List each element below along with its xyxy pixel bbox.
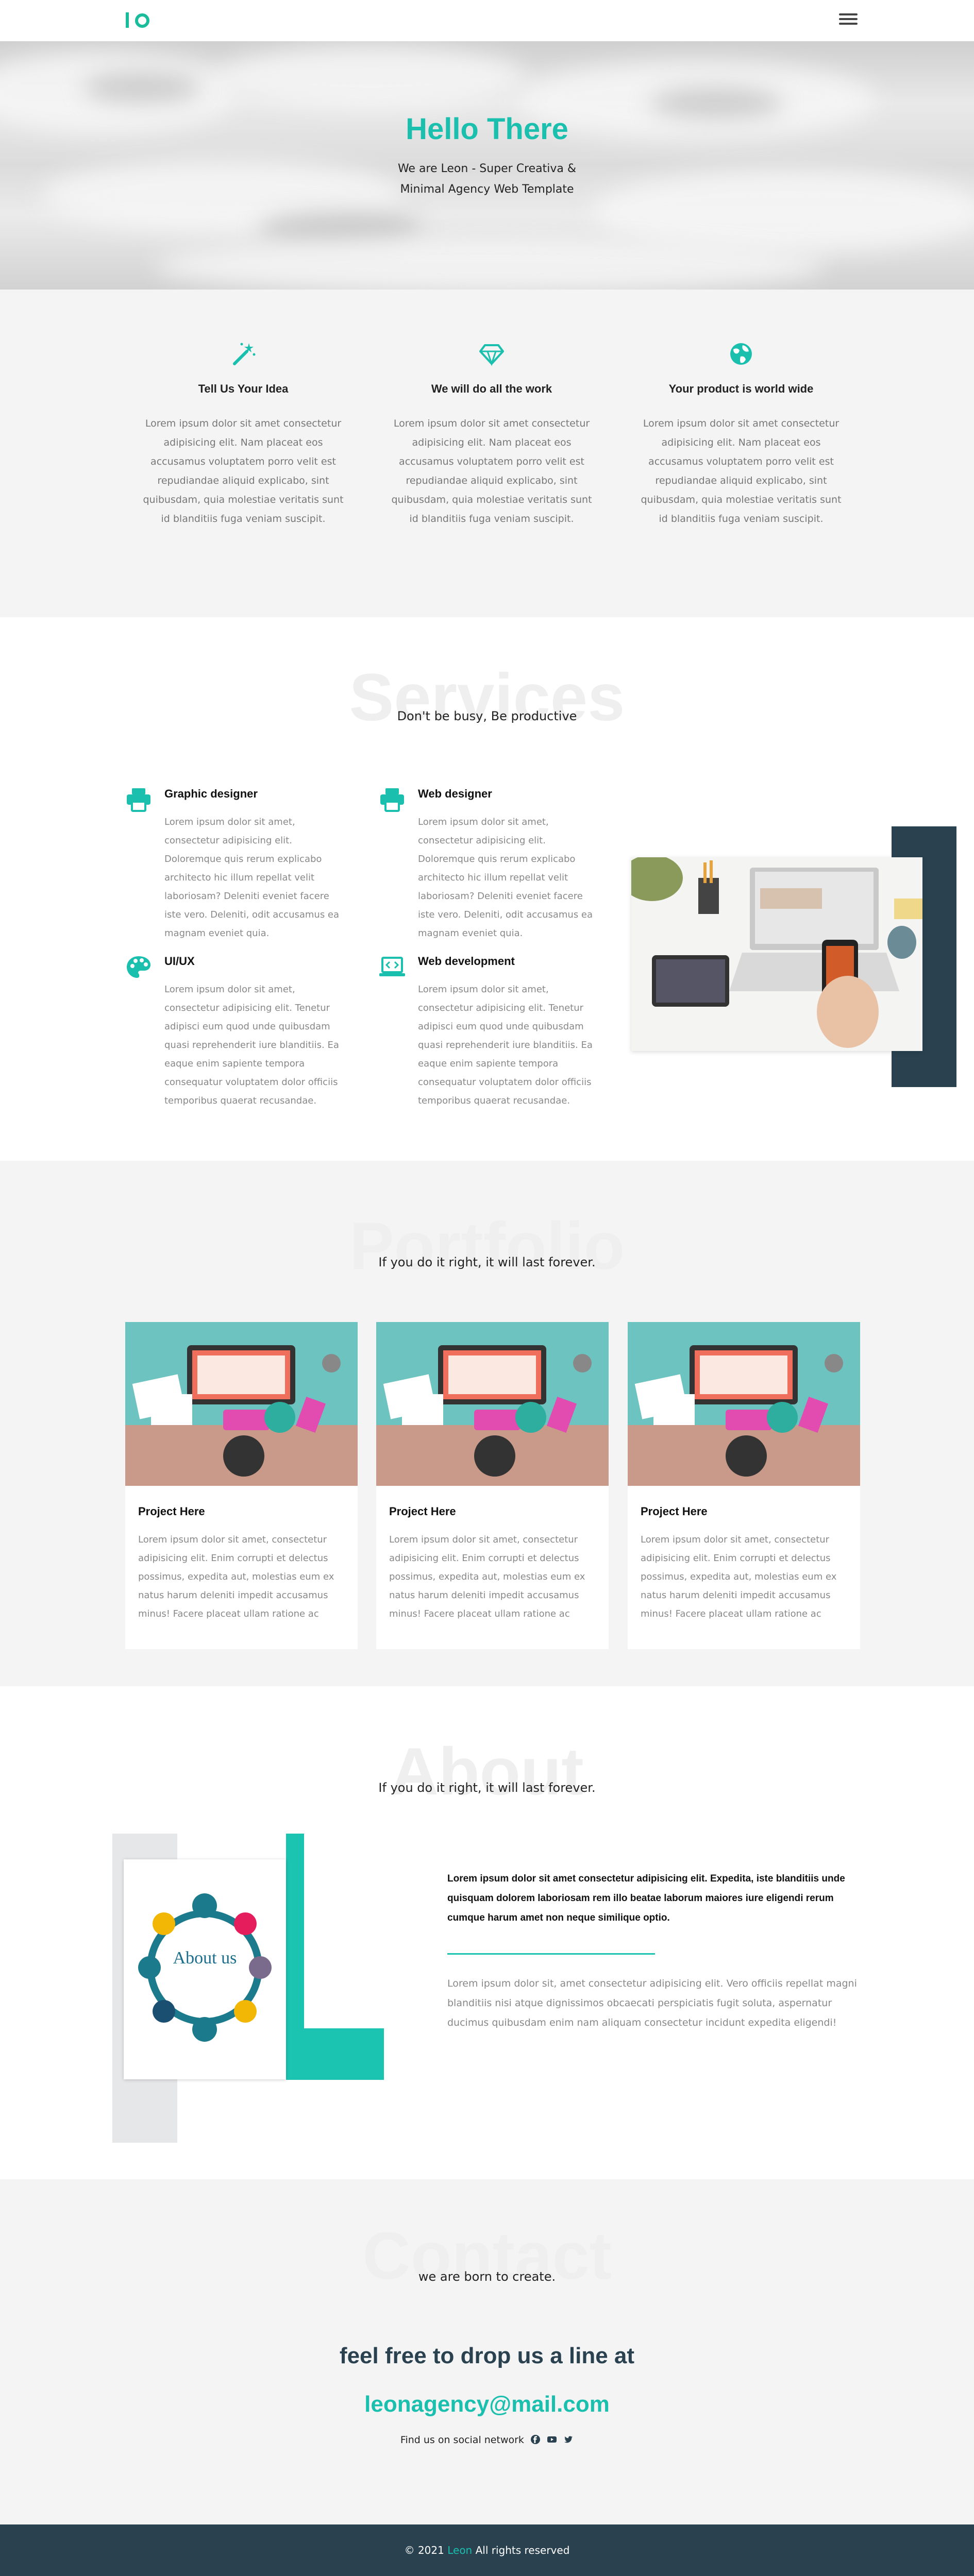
portfolio-section: Portfolio If you do it right, it will la… — [0, 1161, 974, 1686]
feature-text: Lorem ipsum dolor sit amet consectetur a… — [391, 418, 592, 524]
portfolio-image — [125, 1322, 358, 1486]
features-section: Tell Us Your Idea Lorem ipsum dolor sit … — [0, 290, 974, 617]
service-title: Graphic designer — [164, 787, 258, 800]
service-title: UI/UX — [164, 955, 195, 968]
about-lead: Lorem ipsum dolor sit amet consectetur a… — [447, 1873, 845, 1923]
about-text: Lorem ipsum dolor sit, amet consectetur … — [447, 1978, 857, 2028]
services-section: Services Don't be busy, Be productive Gr… — [0, 617, 974, 1161]
social-row: Find us on social network — [0, 2434, 974, 2446]
service-text: Lorem ipsum dolor sit amet, consectetur … — [164, 984, 339, 1106]
magic-wand-icon — [233, 343, 256, 365]
feature-text: Lorem ipsum dolor sit amet consectetur a… — [641, 418, 842, 524]
project-title: Project Here — [389, 1505, 456, 1518]
about-image-text: About us — [173, 1948, 237, 1968]
facebook-icon[interactable] — [530, 2434, 541, 2445]
portfolio-card[interactable]: Project Here Lorem ipsum dolor sit amet,… — [628, 1322, 860, 1649]
service-title: Web development — [418, 955, 515, 968]
hero-subtitle: We are Leon - Super Creativa & Minimal A… — [397, 162, 577, 196]
service-title: Web designer — [418, 787, 492, 800]
palette-icon — [127, 956, 150, 978]
portfolio-heading: Portfolio — [349, 1208, 625, 1283]
site-header — [0, 0, 974, 41]
social-label: Find us on social network — [400, 2434, 524, 2446]
services-heading: Services — [349, 659, 625, 735]
about-image: About us — [124, 1859, 286, 2079]
about-subheading: If you do it right, it will last forever… — [378, 1781, 596, 1795]
project-text: Lorem ipsum dolor sit amet, consectetur … — [641, 1534, 837, 1619]
feature-title: Tell Us Your Idea — [198, 382, 289, 395]
about-decor-teal — [286, 1834, 304, 2060]
contact-email-link[interactable]: leonagency@mail.com — [0, 2392, 974, 2417]
about-decor-teal-foot — [286, 2028, 384, 2080]
portfolio-card[interactable]: Project Here Lorem ipsum dolor sit amet,… — [125, 1322, 358, 1649]
services-subheading: Don't be busy, Be productive — [397, 709, 577, 723]
printer-icon — [380, 788, 404, 812]
hero-section: Hello There We are Leon - Super Creativa… — [0, 41, 974, 290]
portfolio-image — [628, 1322, 860, 1486]
site-logo[interactable] — [126, 10, 149, 31]
hero-title: Hello There — [406, 112, 568, 146]
project-title: Project Here — [138, 1505, 205, 1518]
copyright-prefix: © 2021 — [404, 2544, 444, 2556]
about-section: About If you do it right, it will last f… — [0, 1686, 974, 2179]
site-footer: © 2021 Leon All rights reserved — [0, 2524, 974, 2576]
hamburger-menu-icon[interactable] — [839, 11, 860, 27]
service-text: Lorem ipsum dolor sit amet, consectetur … — [418, 817, 593, 939]
feature-title: We will do all the work — [431, 382, 552, 395]
copyright: © 2021 Leon All rights reserved — [0, 2544, 974, 2556]
feature-card: We will do all the work Lorem ipsum dolo… — [391, 341, 592, 529]
feature-card: Tell Us Your Idea Lorem ipsum dolor sit … — [143, 341, 344, 529]
service-text: Lorem ipsum dolor sit amet, consectetur … — [164, 817, 340, 939]
portfolio-card[interactable]: Project Here Lorem ipsum dolor sit amet,… — [376, 1322, 609, 1649]
copyright-suffix: All rights reserved — [475, 2544, 570, 2556]
feature-title: Your product is world wide — [668, 382, 814, 395]
project-title: Project Here — [641, 1505, 708, 1518]
feature-text: Lorem ipsum dolor sit amet consectetur a… — [143, 418, 344, 524]
printer-icon — [127, 788, 150, 812]
portfolio-subheading: If you do it right, it will last forever… — [378, 1255, 596, 1269]
diamond-icon — [479, 344, 504, 366]
code-laptop-icon — [379, 957, 405, 976]
service-text: Lorem ipsum dolor sit amet, consectetur … — [418, 984, 593, 1106]
globe-icon — [730, 343, 752, 365]
twitter-icon[interactable] — [563, 2434, 574, 2445]
project-text: Lorem ipsum dolor sit amet, consectetur … — [138, 1534, 334, 1619]
contact-section: Contact we are born to create. feel free… — [0, 2179, 974, 2524]
contact-line: feel free to drop us a line at — [339, 2343, 635, 2368]
contact-subheading: we are born to create. — [418, 2269, 556, 2284]
about-heading: About — [390, 1734, 584, 1809]
services-image — [631, 857, 922, 1051]
about-divider — [447, 1953, 655, 1955]
project-text: Lorem ipsum dolor sit amet, consectetur … — [389, 1534, 585, 1619]
feature-card: Your product is world wide Lorem ipsum d… — [641, 341, 842, 529]
footer-brand: Leon — [447, 2544, 473, 2556]
portfolio-image — [376, 1322, 609, 1486]
youtube-icon[interactable] — [547, 2434, 557, 2445]
